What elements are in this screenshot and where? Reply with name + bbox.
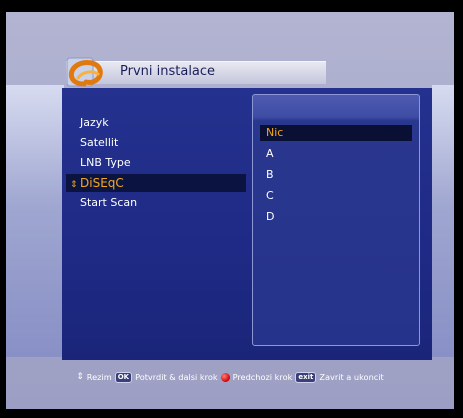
menu-item-jazyk[interactable]: Jazyk [80, 114, 109, 132]
page-title: Prvni instalace [120, 64, 216, 79]
option-a[interactable]: A [260, 146, 412, 162]
menu-item-satellit[interactable]: Satellit [80, 134, 118, 152]
previous-step-label: Predchozi krok [232, 372, 293, 382]
up-down-arrows-icon: ⇕ [70, 180, 78, 190]
q-swirl-logo-icon [64, 54, 106, 90]
left-decoration [6, 85, 64, 357]
key-help-bar: ⇕ Rezim OK Potvrdit & dalsi krok Predcho… [6, 364, 454, 390]
menu-item-lnb-type[interactable]: LNB Type [80, 154, 131, 172]
red-button-icon [220, 372, 230, 382]
menu-item-start-scan[interactable]: Start Scan [80, 194, 137, 212]
exit-key-icon: exit [295, 371, 317, 383]
exit-label: Zavrit a ukoncit [319, 372, 384, 382]
menu-item-label: DiSEqC [80, 176, 124, 190]
menu-item-diseqc[interactable]: ⇕ DiSEqC [66, 174, 246, 192]
option-nic[interactable]: Nic [260, 125, 412, 141]
option-d[interactable]: D [260, 209, 412, 225]
tv-screen: Prvni instalace Jazyk Satellit LNB Type … [6, 12, 454, 409]
option-c[interactable]: C [260, 188, 412, 204]
confirm-label: Potvrdit & dalsi krok [135, 372, 218, 382]
diseqc-options-list: Nic A B C D [252, 94, 420, 346]
up-down-arrows-icon: ⇕ [76, 372, 84, 382]
option-b[interactable]: B [260, 167, 412, 183]
menu-panel: Jazyk Satellit LNB Type ⇕ DiSEqC Start Sc… [62, 88, 432, 360]
ok-key-icon: OK [114, 371, 133, 383]
mode-label: Rezim [86, 372, 112, 382]
right-decoration [432, 85, 454, 357]
